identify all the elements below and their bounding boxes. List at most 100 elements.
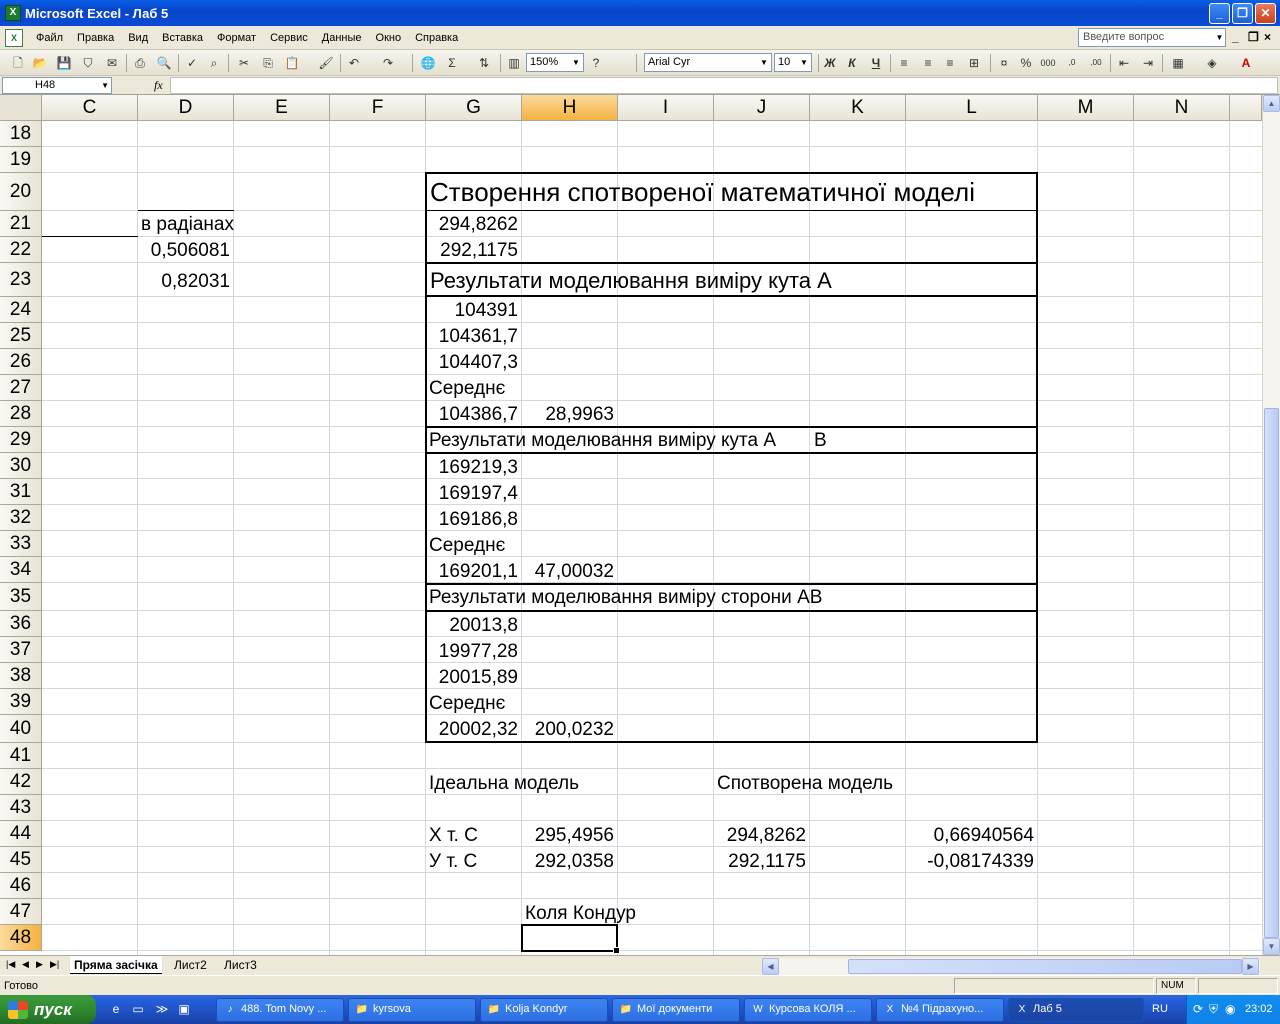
merge-center-icon[interactable]: ⊞: [966, 55, 982, 71]
row-header-45[interactable]: 45: [0, 847, 42, 873]
column-header-d[interactable]: D: [138, 95, 234, 121]
taskbar-item-kyrsova[interactable]: 📁 kyrsova: [348, 998, 476, 1022]
row-header-33[interactable]: 33: [0, 531, 42, 557]
column-header-f[interactable]: F: [330, 95, 426, 121]
sort-icon[interactable]: ⇅: [476, 55, 492, 71]
underline-button[interactable]: Ч: [868, 55, 884, 71]
cell-d22[interactable]: 0,506081: [138, 240, 230, 262]
align-left-icon[interactable]: ≡: [896, 55, 912, 71]
menu-data[interactable]: Данные: [315, 32, 369, 44]
cell-g42[interactable]: Ідеальна модель: [429, 773, 579, 795]
column-header-h[interactable]: H: [522, 95, 618, 121]
column-header-k[interactable]: K: [810, 95, 906, 121]
cell-g38[interactable]: 20015,89: [426, 667, 518, 689]
row-header-40[interactable]: 40: [0, 715, 42, 743]
scroll-up-icon[interactable]: ▲: [1263, 95, 1280, 112]
row-header-46[interactable]: 46: [0, 873, 42, 899]
row-header-43[interactable]: 43: [0, 795, 42, 821]
taskbar-item-pidrakhunok[interactable]: X №4 Підрахуно...: [876, 998, 1004, 1022]
cut-icon[interactable]: ✂: [236, 55, 252, 71]
taskbar-item-tom-novy[interactable]: ♪ 488. Tom Novy ...: [216, 998, 344, 1022]
cell-k29[interactable]: В: [814, 430, 827, 452]
cell-g28[interactable]: 104386,7: [426, 404, 518, 426]
row-header-34[interactable]: 34: [0, 557, 42, 583]
vertical-scroll-thumb[interactable]: [1264, 408, 1279, 938]
first-sheet-icon[interactable]: |◀: [6, 959, 15, 970]
autosum-icon[interactable]: Σ: [444, 55, 460, 71]
scroll-right-icon[interactable]: ▶: [1242, 958, 1259, 975]
copy-icon[interactable]: ⎘: [260, 55, 276, 71]
prev-sheet-icon[interactable]: ◀: [22, 959, 29, 970]
cell-g30[interactable]: 169219,3: [426, 457, 518, 479]
menu-insert[interactable]: Вставка: [155, 32, 210, 44]
format-painter-icon[interactable]: 🖌: [318, 55, 334, 71]
menu-edit[interactable]: Правка: [70, 32, 121, 44]
row-header-19[interactable]: 19: [0, 147, 42, 173]
print-icon[interactable]: ⎙: [132, 55, 148, 71]
row-header-42[interactable]: 42: [0, 769, 42, 795]
open-folder-icon[interactable]: 📂: [32, 55, 48, 71]
taskbar-item-kolja-kondyr[interactable]: 📁 Kolja Kondyr: [480, 998, 608, 1022]
menu-window[interactable]: Окно: [369, 32, 409, 44]
cell-g35-heading[interactable]: Результати моделювання виміру сторони АВ: [429, 587, 822, 609]
language-indicator[interactable]: RU: [1152, 1003, 1168, 1015]
menu-help[interactable]: Справка: [408, 32, 465, 44]
print-preview-icon[interactable]: 🔍: [156, 55, 172, 71]
column-header-g[interactable]: G: [426, 95, 522, 121]
cell-h44[interactable]: 295,4956: [522, 825, 614, 847]
cell-h45[interactable]: 292,0358: [522, 851, 614, 873]
column-header-j[interactable]: J: [714, 95, 810, 121]
row-header-24[interactable]: 24: [0, 297, 42, 323]
cell-g20-title[interactable]: Створення спотвореної математичної модел…: [430, 177, 975, 208]
row-header-35[interactable]: 35: [0, 583, 42, 611]
menu-format[interactable]: Формат: [210, 32, 263, 44]
cell-g45[interactable]: У т. С: [429, 851, 477, 873]
scroll-down-icon[interactable]: ▼: [1263, 938, 1280, 955]
menu-file[interactable]: Файл: [29, 32, 70, 44]
cell-g34[interactable]: 169201,1: [426, 561, 518, 583]
align-center-icon[interactable]: ≡: [920, 55, 936, 71]
cell-g39[interactable]: Середнє: [429, 693, 505, 715]
app-quicklaunch-icon[interactable]: ▣: [176, 1001, 192, 1017]
row-header-25[interactable]: 25: [0, 323, 42, 349]
row-header-29[interactable]: 29: [0, 427, 42, 453]
row-header-38[interactable]: 38: [0, 663, 42, 689]
bold-button[interactable]: Ж: [822, 55, 838, 71]
save-icon[interactable]: 💾: [56, 55, 72, 71]
chart-wizard-icon[interactable]: ▥: [506, 55, 522, 71]
zoom-combo[interactable]: 150% ▼: [526, 53, 584, 72]
sheet-tab-lyst3[interactable]: Лист3: [220, 956, 261, 974]
font-combo[interactable]: Arial Cyr ▼: [644, 53, 772, 72]
italic-button[interactable]: К: [844, 55, 860, 71]
cell-d23[interactable]: 0,82031: [138, 271, 230, 293]
column-header-l[interactable]: L: [906, 95, 1038, 121]
cell-j45[interactable]: 292,1175: [714, 851, 806, 873]
last-sheet-icon[interactable]: ▶|: [50, 959, 59, 970]
security-icon[interactable]: ⛨: [1209, 1002, 1218, 1017]
start-button[interactable]: пуск: [0, 995, 96, 1024]
row-header-44[interactable]: 44: [0, 821, 42, 847]
increase-decimal-icon[interactable]: ,0: [1064, 55, 1080, 71]
comma-style-icon[interactable]: 000: [1040, 55, 1056, 71]
column-header-n[interactable]: N: [1134, 95, 1230, 121]
cell-l44[interactable]: 0,66940564: [906, 825, 1034, 847]
horizontal-scroll-thumb[interactable]: [848, 959, 1242, 974]
cell-g32[interactable]: 169186,8: [426, 509, 518, 531]
cell-g29-heading[interactable]: Результати моделювання виміру кута А: [429, 430, 776, 452]
cell-j42[interactable]: Спотворена модель: [717, 773, 893, 795]
spelling-icon[interactable]: ✓: [184, 55, 200, 71]
decrease-decimal-icon[interactable]: ,00: [1088, 55, 1104, 71]
cell-j44[interactable]: 294,8262: [714, 825, 806, 847]
network-icon[interactable]: ⟳: [1193, 1002, 1203, 1016]
cell-g21[interactable]: 294,8262: [426, 214, 518, 236]
cell-g36[interactable]: 20013,8: [426, 615, 518, 637]
horizontal-scrollbar[interactable]: ◀ ▶: [762, 958, 1260, 975]
row-header-36[interactable]: 36: [0, 611, 42, 637]
font-color-icon[interactable]: A: [1238, 55, 1254, 71]
cell-g31[interactable]: 169197,4: [426, 483, 518, 505]
insert-function-icon[interactable]: fx: [154, 78, 163, 93]
clock[interactable]: 23:02: [1245, 1003, 1273, 1015]
row-header-30[interactable]: 30: [0, 453, 42, 479]
next-sheet-icon[interactable]: ▶: [36, 959, 43, 970]
volume-icon[interactable]: ◉: [1225, 1002, 1235, 1016]
